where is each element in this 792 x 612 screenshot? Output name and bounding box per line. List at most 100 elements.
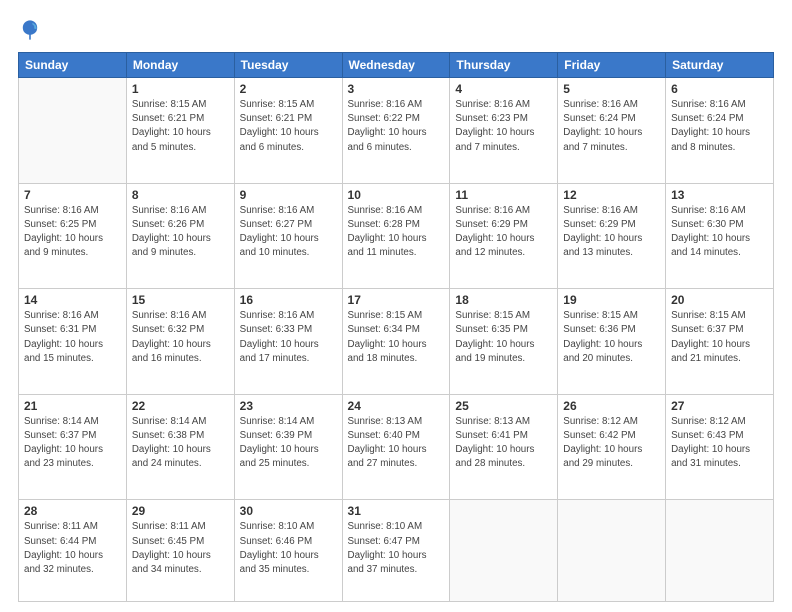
day-detail: Sunrise: 8:16 AM Sunset: 6:33 PM Dayligh… (240, 309, 337, 366)
day-detail: Sunrise: 8:15 AM Sunset: 6:36 PM Dayligh… (563, 309, 660, 366)
header-monday: Monday (126, 53, 234, 78)
calendar-cell: 26 Sunrise: 8:12 AM Sunset: 6:42 PM Dayli… (558, 394, 666, 500)
day-number: 25 (455, 399, 552, 413)
day-detail: Sunrise: 8:16 AM Sunset: 6:27 PM Dayligh… (240, 204, 337, 261)
logo-icon (18, 18, 42, 42)
logo (18, 18, 46, 42)
day-number: 20 (671, 293, 768, 307)
calendar-cell (558, 500, 666, 602)
calendar-table: Sunday Monday Tuesday Wednesday Thursday… (18, 52, 774, 602)
calendar-cell: 12 Sunrise: 8:16 AM Sunset: 6:29 PM Dayli… (558, 183, 666, 289)
calendar-cell: 7 Sunrise: 8:16 AM Sunset: 6:25 PM Daylig… (19, 183, 127, 289)
day-detail: Sunrise: 8:16 AM Sunset: 6:28 PM Dayligh… (348, 204, 445, 261)
calendar-cell: 20 Sunrise: 8:15 AM Sunset: 6:37 PM Dayli… (666, 289, 774, 395)
day-detail: Sunrise: 8:15 AM Sunset: 6:37 PM Dayligh… (671, 309, 768, 366)
day-number: 12 (563, 188, 660, 202)
calendar-cell: 8 Sunrise: 8:16 AM Sunset: 6:26 PM Daylig… (126, 183, 234, 289)
day-detail: Sunrise: 8:16 AM Sunset: 6:22 PM Dayligh… (348, 98, 445, 155)
day-number: 5 (563, 82, 660, 96)
day-detail: Sunrise: 8:16 AM Sunset: 6:29 PM Dayligh… (563, 204, 660, 261)
day-detail: Sunrise: 8:14 AM Sunset: 6:37 PM Dayligh… (24, 415, 121, 472)
calendar-cell: 21 Sunrise: 8:14 AM Sunset: 6:37 PM Dayli… (19, 394, 127, 500)
header-friday: Friday (558, 53, 666, 78)
calendar-cell (450, 500, 558, 602)
header-tuesday: Tuesday (234, 53, 342, 78)
day-number: 15 (132, 293, 229, 307)
calendar-cell: 13 Sunrise: 8:16 AM Sunset: 6:30 PM Dayli… (666, 183, 774, 289)
day-number: 4 (455, 82, 552, 96)
day-detail: Sunrise: 8:12 AM Sunset: 6:42 PM Dayligh… (563, 415, 660, 472)
calendar-cell: 29 Sunrise: 8:11 AM Sunset: 6:45 PM Dayli… (126, 500, 234, 602)
calendar-cell: 15 Sunrise: 8:16 AM Sunset: 6:32 PM Dayli… (126, 289, 234, 395)
day-detail: Sunrise: 8:12 AM Sunset: 6:43 PM Dayligh… (671, 415, 768, 472)
day-detail: Sunrise: 8:15 AM Sunset: 6:34 PM Dayligh… (348, 309, 445, 366)
day-detail: Sunrise: 8:15 AM Sunset: 6:21 PM Dayligh… (132, 98, 229, 155)
day-number: 17 (348, 293, 445, 307)
day-number: 18 (455, 293, 552, 307)
day-number: 7 (24, 188, 121, 202)
day-detail: Sunrise: 8:13 AM Sunset: 6:41 PM Dayligh… (455, 415, 552, 472)
day-detail: Sunrise: 8:14 AM Sunset: 6:39 PM Dayligh… (240, 415, 337, 472)
calendar-cell: 28 Sunrise: 8:11 AM Sunset: 6:44 PM Dayli… (19, 500, 127, 602)
day-detail: Sunrise: 8:11 AM Sunset: 6:44 PM Dayligh… (24, 520, 121, 577)
calendar-cell: 6Sunrise: 8:16 AM Sunset: 6:24 PM Daylig… (666, 78, 774, 184)
page: Sunday Monday Tuesday Wednesday Thursday… (0, 0, 792, 612)
day-detail: Sunrise: 8:10 AM Sunset: 6:47 PM Dayligh… (348, 520, 445, 577)
day-detail: Sunrise: 8:16 AM Sunset: 6:29 PM Dayligh… (455, 204, 552, 261)
day-number: 1 (132, 82, 229, 96)
calendar-cell (19, 78, 127, 184)
calendar-cell: 11Sunrise: 8:16 AM Sunset: 6:29 PM Dayli… (450, 183, 558, 289)
calendar-cell: 17 Sunrise: 8:15 AM Sunset: 6:34 PM Dayli… (342, 289, 450, 395)
day-detail: Sunrise: 8:16 AM Sunset: 6:25 PM Dayligh… (24, 204, 121, 261)
calendar-cell: 4 Sunrise: 8:16 AM Sunset: 6:23 PM Daylig… (450, 78, 558, 184)
day-number: 8 (132, 188, 229, 202)
weekday-header-row: Sunday Monday Tuesday Wednesday Thursday… (19, 53, 774, 78)
calendar-cell: 23 Sunrise: 8:14 AM Sunset: 6:39 PM Dayli… (234, 394, 342, 500)
day-number: 21 (24, 399, 121, 413)
calendar-cell: 14Sunrise: 8:16 AM Sunset: 6:31 PM Dayli… (19, 289, 127, 395)
calendar-cell: 3 Sunrise: 8:16 AM Sunset: 6:22 PM Daylig… (342, 78, 450, 184)
calendar-cell: 16Sunrise: 8:16 AM Sunset: 6:33 PM Dayli… (234, 289, 342, 395)
calendar-cell: 27 Sunrise: 8:12 AM Sunset: 6:43 PM Dayli… (666, 394, 774, 500)
header-thursday: Thursday (450, 53, 558, 78)
day-detail: Sunrise: 8:13 AM Sunset: 6:40 PM Dayligh… (348, 415, 445, 472)
day-number: 31 (348, 504, 445, 518)
day-number: 29 (132, 504, 229, 518)
calendar-cell: 25 Sunrise: 8:13 AM Sunset: 6:41 PM Dayli… (450, 394, 558, 500)
calendar-cell: 5 Sunrise: 8:16 AM Sunset: 6:24 PM Daylig… (558, 78, 666, 184)
calendar-cell: 10 Sunrise: 8:16 AM Sunset: 6:28 PM Dayli… (342, 183, 450, 289)
day-detail: Sunrise: 8:15 AM Sunset: 6:35 PM Dayligh… (455, 309, 552, 366)
day-detail: Sunrise: 8:16 AM Sunset: 6:26 PM Dayligh… (132, 204, 229, 261)
day-detail: Sunrise: 8:16 AM Sunset: 6:30 PM Dayligh… (671, 204, 768, 261)
day-number: 23 (240, 399, 337, 413)
day-number: 27 (671, 399, 768, 413)
calendar-cell (666, 500, 774, 602)
day-number: 13 (671, 188, 768, 202)
day-number: 24 (348, 399, 445, 413)
calendar-cell: 2 Sunrise: 8:15 AM Sunset: 6:21 PM Daylig… (234, 78, 342, 184)
calendar-cell: 30Sunrise: 8:10 AM Sunset: 6:46 PM Dayli… (234, 500, 342, 602)
day-number: 10 (348, 188, 445, 202)
day-detail: Sunrise: 8:11 AM Sunset: 6:45 PM Dayligh… (132, 520, 229, 577)
header-wednesday: Wednesday (342, 53, 450, 78)
calendar-cell: 1 Sunrise: 8:15 AM Sunset: 6:21 PM Daylig… (126, 78, 234, 184)
day-detail: Sunrise: 8:16 AM Sunset: 6:24 PM Dayligh… (563, 98, 660, 155)
day-number: 9 (240, 188, 337, 202)
day-detail: Sunrise: 8:16 AM Sunset: 6:23 PM Dayligh… (455, 98, 552, 155)
calendar-cell: 9 Sunrise: 8:16 AM Sunset: 6:27 PM Daylig… (234, 183, 342, 289)
header (18, 18, 774, 42)
day-number: 2 (240, 82, 337, 96)
header-sunday: Sunday (19, 53, 127, 78)
calendar-cell: 19 Sunrise: 8:15 AM Sunset: 6:36 PM Dayli… (558, 289, 666, 395)
day-detail: Sunrise: 8:16 AM Sunset: 6:32 PM Dayligh… (132, 309, 229, 366)
calendar-cell: 31 Sunrise: 8:10 AM Sunset: 6:47 PM Dayli… (342, 500, 450, 602)
day-number: 26 (563, 399, 660, 413)
day-number: 28 (24, 504, 121, 518)
day-detail: Sunrise: 8:15 AM Sunset: 6:21 PM Dayligh… (240, 98, 337, 155)
day-detail: Sunrise: 8:10 AM Sunset: 6:46 PM Dayligh… (240, 520, 337, 577)
day-number: 19 (563, 293, 660, 307)
day-number: 22 (132, 399, 229, 413)
day-detail: Sunrise: 8:16 AM Sunset: 6:24 PM Dayligh… (671, 98, 768, 155)
day-number: 3 (348, 82, 445, 96)
header-saturday: Saturday (666, 53, 774, 78)
